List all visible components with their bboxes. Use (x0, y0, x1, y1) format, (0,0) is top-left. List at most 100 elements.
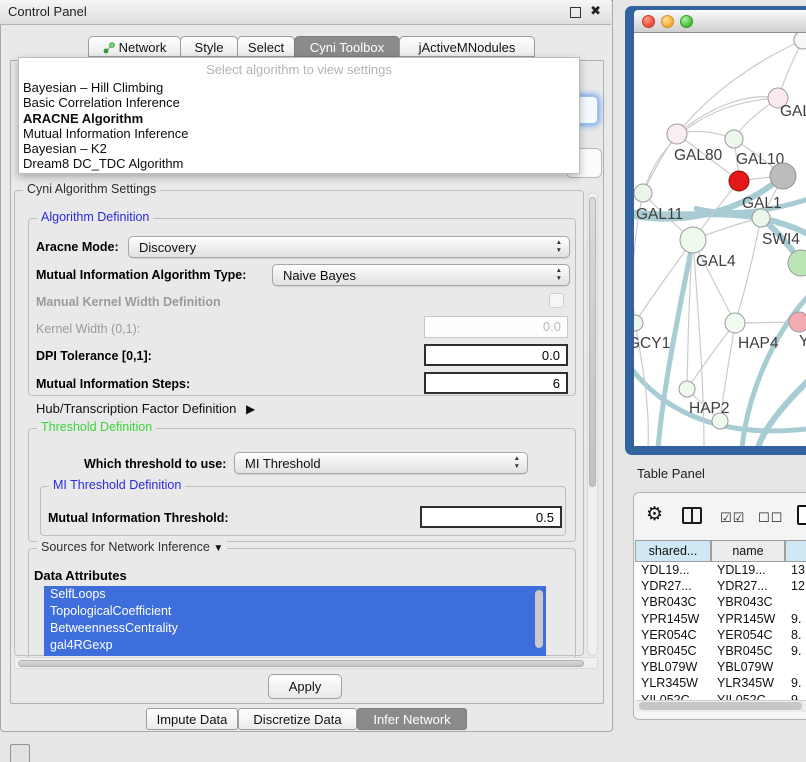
tab-cyni-toolbox[interactable]: Cyni Toolbox (294, 36, 400, 57)
table-cell[interactable]: YER054C (711, 627, 785, 643)
network-node[interactable] (712, 413, 728, 429)
table-column-header[interactable] (785, 540, 806, 562)
table-cell[interactable]: YDL19... (711, 562, 785, 578)
column-layout-icon[interactable] (682, 507, 702, 524)
table-cell[interactable]: 9. (785, 675, 806, 691)
table-cell[interactable]: 9. (785, 643, 806, 659)
algorithm-option[interactable]: Bayesian – Hill Climbing (23, 80, 575, 95)
collapse-down-icon[interactable]: ▼ (213, 543, 223, 554)
table-cell[interactable]: 9. (785, 611, 806, 627)
table-cell[interactable]: YLR345W (711, 675, 785, 691)
settings-vertical-scrollbar[interactable] (587, 192, 598, 656)
manual-kernel-width-checkbox[interactable] (549, 293, 564, 308)
network-node[interactable] (788, 250, 806, 276)
tab-jactivemnodules[interactable]: jActiveMNodules (399, 36, 535, 57)
table-row[interactable]: YLR345WYLR345W9. (635, 675, 806, 691)
table-cell[interactable]: YLR345W (635, 675, 711, 691)
table-cell[interactable]: YIL052C (711, 692, 785, 701)
table-row[interactable]: YBL079WYBL079W (635, 659, 806, 675)
table-cell[interactable]: YBR045C (711, 643, 785, 659)
settings-vertical-scrollbar-thumb[interactable] (589, 197, 596, 487)
network-node-gcy1[interactable] (634, 315, 643, 331)
table-row[interactable]: YDL19...YDL19...13 (635, 562, 806, 578)
close-icon[interactable]: ✖ (590, 3, 601, 19)
table-cell[interactable]: YPR145W (711, 611, 785, 627)
tab-discretize-data[interactable]: Discretize Data (238, 708, 357, 730)
network-canvas-svg[interactable]: GALGAL80GAL10GAL1GAL11GAL4SWI4GCY1HAP4YH… (634, 32, 806, 446)
network-node-hap2[interactable] (679, 381, 695, 397)
network-edge[interactable] (687, 323, 735, 389)
network-window-titlebar[interactable] (634, 10, 806, 33)
table-cell[interactable]: YBL079W (711, 659, 785, 675)
table-horizontal-scrollbar-thumb[interactable] (639, 702, 802, 710)
algorithm-option[interactable]: Mutual Information Inference (23, 126, 575, 141)
data-attributes-list[interactable]: SelfLoopsTopologicalCoefficientBetweenne… (44, 586, 546, 656)
control-panel-titlebar[interactable]: Control Panel ✖ (0, 0, 611, 25)
dpi-tolerance-field[interactable]: 0.0 (424, 344, 568, 366)
table-cell[interactable]: 9 (785, 692, 806, 701)
table-cell[interactable]: YDL19... (635, 562, 711, 578)
table-column-header[interactable]: shared... (635, 540, 711, 562)
network-node-gal10[interactable] (725, 130, 743, 148)
network-node-gal4[interactable] (680, 227, 706, 253)
mac-close-button[interactable] (642, 15, 655, 28)
table-column-header[interactable]: name (711, 540, 785, 562)
mac-zoom-button[interactable] (680, 15, 693, 28)
select-all-checkboxes-icon[interactable]: ☑☑ (720, 510, 745, 526)
mi-algorithm-type-combo[interactable]: Naive Bayes ▲▼ (272, 264, 570, 286)
tab-style[interactable]: Style (180, 36, 238, 57)
tab-network[interactable]: Network (88, 36, 181, 57)
network-edge[interactable] (735, 218, 761, 323)
minimized-window-icon[interactable] (10, 744, 30, 762)
table-cell[interactable]: YBR045C (635, 643, 711, 659)
table-row[interactable]: YPR145WYPR145W9. (635, 611, 806, 627)
document-icon[interactable] (797, 505, 806, 525)
network-node-gal11[interactable] (634, 184, 652, 202)
mi-threshold-field[interactable]: 0.5 (420, 506, 562, 528)
tab-impute-data[interactable]: Impute Data (146, 708, 238, 730)
table-cell[interactable]: YBL079W (635, 659, 711, 675)
apply-button[interactable]: Apply (268, 674, 342, 699)
table-cell[interactable]: 8. (785, 627, 806, 643)
mac-minimize-button[interactable] (661, 15, 674, 28)
table-cell[interactable]: YDR27... (711, 578, 785, 594)
settings-horizontal-scrollbar[interactable] (14, 657, 598, 669)
table-row[interactable]: YDR27...YDR27...12 (635, 578, 806, 594)
table-cell[interactable]: YBR043C (711, 594, 785, 610)
table-row[interactable]: YIL052CYIL052C9 (635, 692, 806, 701)
table-cell[interactable]: YBR043C (635, 594, 711, 610)
network-canvas[interactable]: GALGAL80GAL10GAL1GAL11GAL4SWI4GCY1HAP4YH… (634, 32, 806, 446)
mi-steps-field[interactable]: 6 (424, 372, 568, 394)
settings-horizontal-scrollbar-thumb[interactable] (18, 660, 584, 667)
network-node-y[interactable] (789, 312, 806, 332)
network-edge[interactable] (758, 377, 806, 446)
float-window-icon[interactable] (570, 7, 581, 18)
network-edge[interactable] (677, 97, 778, 134)
table-cell[interactable]: 12 (785, 578, 806, 594)
hub-definition-toggle[interactable]: Hub/Transcription Factor Definition ▶ (36, 401, 255, 416)
data-attribute-item[interactable]: TopologicalCoefficient (44, 603, 546, 620)
deselect-all-checkboxes-icon[interactable]: ☐☐ (758, 510, 783, 526)
table-cell[interactable]: 13 (785, 562, 806, 578)
data-attribute-item[interactable]: SelfLoops (44, 586, 546, 603)
table-row[interactable]: YBR043CYBR043C (635, 594, 806, 610)
network-node-gal1[interactable] (729, 171, 749, 191)
data-attribute-item[interactable]: BetweennessCentrality (44, 620, 546, 637)
gear-icon[interactable]: ⚙ (646, 503, 663, 526)
table-row[interactable]: YBR045CYBR045C9. (635, 643, 806, 659)
data-attribute-item[interactable]: gal4RGexp (44, 637, 546, 654)
algorithm-option[interactable]: Bayesian – K2 (23, 141, 575, 156)
table-cell[interactable]: YIL052C (635, 692, 711, 701)
table-cell[interactable]: YER054C (635, 627, 711, 643)
algorithm-option[interactable]: Basic Correlation Inference (23, 95, 575, 110)
table-row[interactable]: YER054CYER054C8. (635, 627, 806, 643)
network-node[interactable] (794, 32, 806, 49)
tab-select[interactable]: Select (237, 36, 295, 57)
network-node-swi4[interactable] (752, 209, 770, 227)
table-cell[interactable]: YDR27... (635, 578, 711, 594)
table-cell[interactable]: YPR145W (635, 611, 711, 627)
attribute-list-scrollbar[interactable] (535, 590, 543, 648)
network-node-gal80[interactable] (667, 124, 687, 144)
tab-infer-network[interactable]: Infer Network (357, 708, 467, 730)
algorithm-option[interactable]: ARACNE Algorithm (23, 111, 575, 126)
